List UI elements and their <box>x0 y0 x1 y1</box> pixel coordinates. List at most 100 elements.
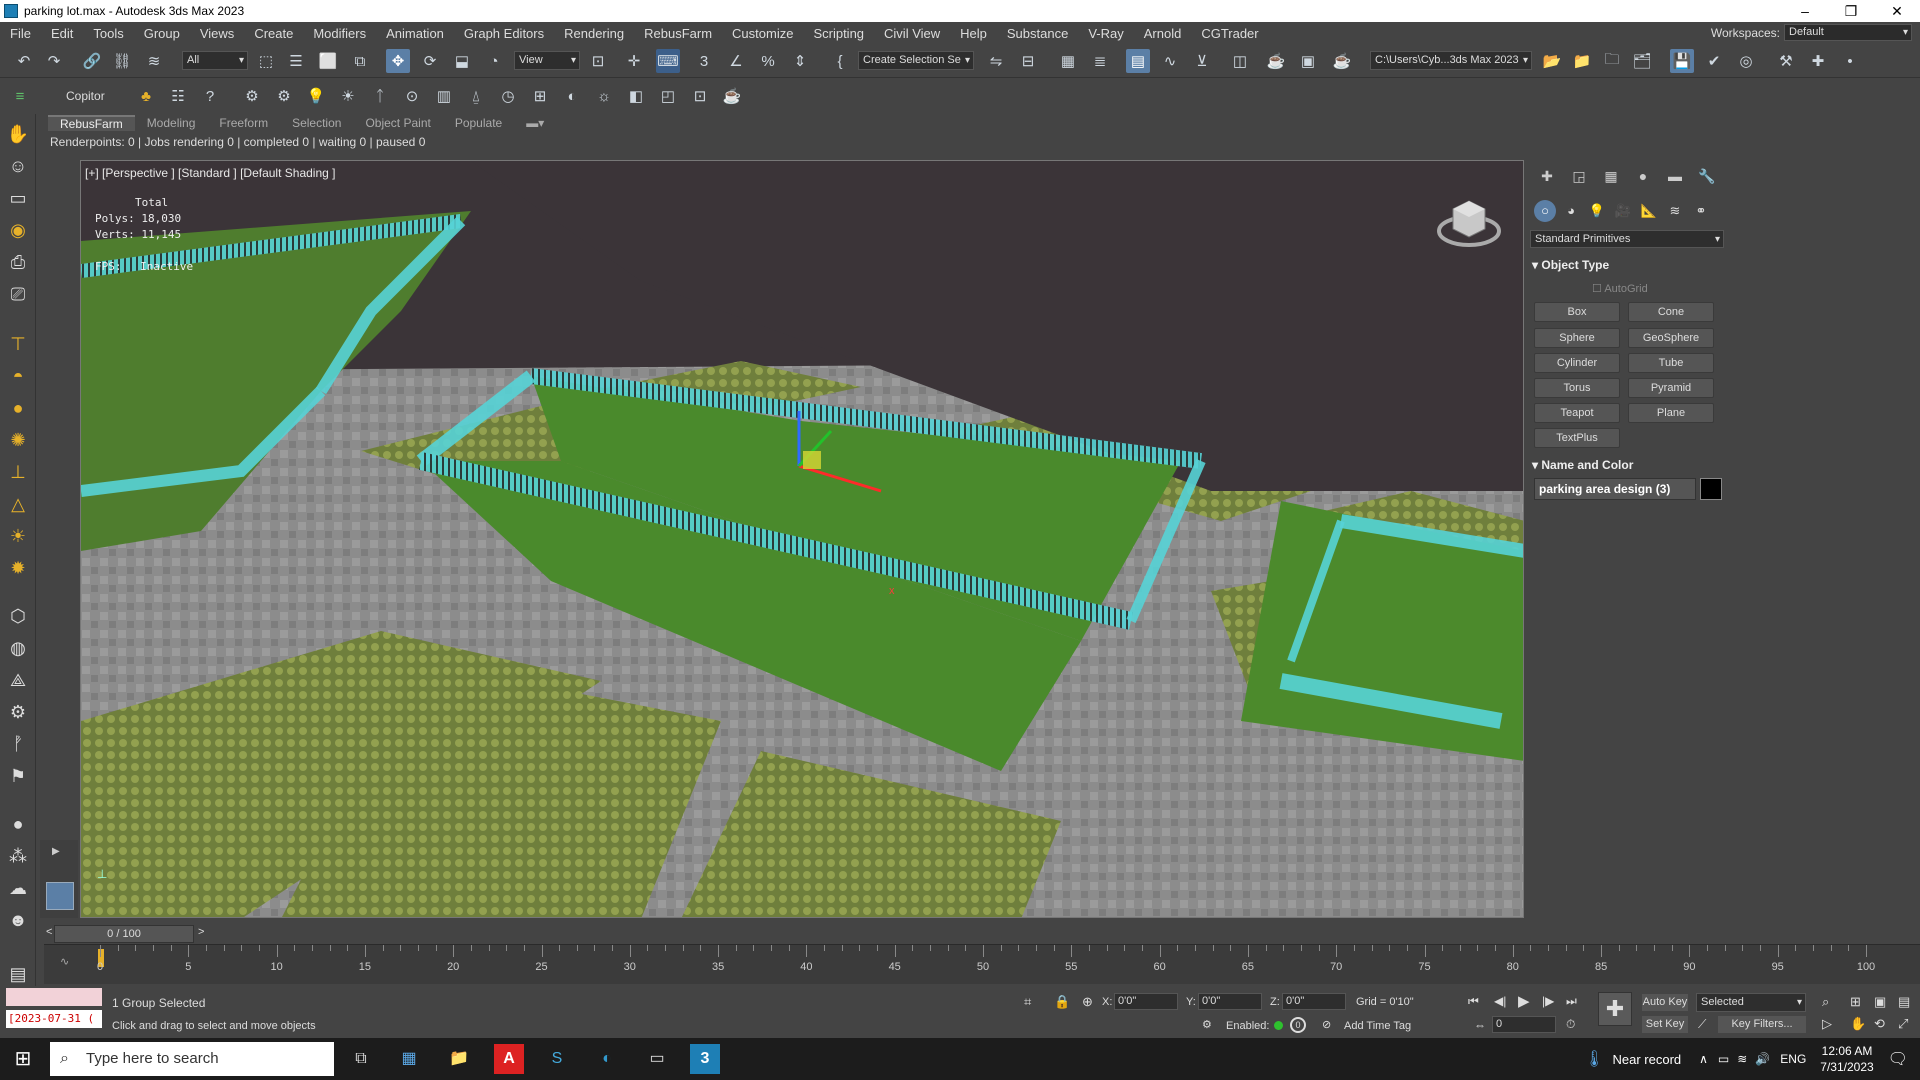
menu-views[interactable]: Views <box>190 26 244 41</box>
object-type-rollout[interactable]: ▾ Object Type <box>1532 256 1722 274</box>
field-of-view-icon[interactable]: ▷ <box>1822 1016 1832 1032</box>
clock[interactable]: 12:06 AM 7/31/2023 <box>1820 1043 1873 1075</box>
manipulate-icon[interactable]: ✛ <box>622 49 646 73</box>
tab-modeling[interactable]: Modeling <box>135 116 208 130</box>
time-config-icon[interactable]: ⏱ <box>1566 1017 1575 1032</box>
hierarchy-tab-icon[interactable]: ▦ <box>1598 168 1624 188</box>
language-indicator[interactable]: ENG <box>1780 1052 1806 1066</box>
select-object-icon[interactable]: ⬚ <box>254 49 278 73</box>
tab-rebusfarm[interactable]: RebusFarm <box>48 115 135 131</box>
particles-icon[interactable]: ⁂ <box>6 844 30 868</box>
edit-named-selection-icon[interactable]: { <box>828 49 852 73</box>
tab-object-paint[interactable]: Object Paint <box>353 116 442 130</box>
teapot-button[interactable]: Teapot <box>1534 403 1620 423</box>
sphere-light-icon[interactable]: ● <box>6 396 30 420</box>
time-tag-icon[interactable]: 0 <box>1290 1017 1306 1033</box>
next-frame-icon[interactable]: > <box>198 926 204 938</box>
auto-key-button[interactable]: Auto Key <box>1642 994 1688 1011</box>
maximize-viewport-icon[interactable]: ⤢ <box>1898 1016 1908 1032</box>
schematic-view-icon[interactable]: ⊻ <box>1190 49 1214 73</box>
shapes-category-icon[interactable]: ◕ <box>1560 200 1582 222</box>
sketchup-icon[interactable]: S <box>542 1044 572 1074</box>
key-mode-dropdown[interactable]: Selected <box>1696 993 1806 1012</box>
vray-grid-icon[interactable]: ⊡ <box>688 84 712 108</box>
menu-rebusfarm[interactable]: RebusFarm <box>634 26 722 41</box>
menu-graph-editors[interactable]: Graph Editors <box>454 26 554 41</box>
fur-icon[interactable]: ᚡ <box>6 732 30 756</box>
open-folder-icon[interactable]: 🗀 <box>1600 49 1624 73</box>
3dsmax-taskbar-icon[interactable]: 3 <box>690 1044 720 1074</box>
plane-button[interactable]: Plane <box>1628 403 1714 423</box>
app-window-icon[interactable]: ▭ <box>642 1044 672 1074</box>
sun-icon[interactable]: ☀ <box>6 524 30 548</box>
pan-icon[interactable]: ✋ <box>1850 1016 1866 1032</box>
isolate-icon[interactable]: ⌗ <box>1024 994 1031 1010</box>
reference-coordinate-dropdown[interactable]: View <box>514 51 580 70</box>
spinner-snap-icon[interactable]: ⇕ <box>788 49 812 73</box>
menu-civil-view[interactable]: Civil View <box>874 26 950 41</box>
modifier-icon[interactable]: ⚙ <box>6 700 30 724</box>
camera-icon[interactable]: ⎙ <box>6 250 30 274</box>
forest-icon[interactable]: ♣ <box>134 84 158 108</box>
create-tab-icon[interactable]: ✚ <box>1534 168 1560 188</box>
set-project-icon[interactable]: 📂 <box>1540 49 1564 73</box>
mirror-icon[interactable]: ⇋ <box>984 49 1008 73</box>
tag-icon[interactable]: ⚑ <box>6 764 30 788</box>
time-slider-thumb[interactable]: 0 / 100 <box>54 925 194 943</box>
object-name-field[interactable]: parking area design (3) <box>1534 478 1696 500</box>
plugin-icon[interactable]: ✚ <box>1806 49 1830 73</box>
go-to-end-icon[interactable]: ⏭ <box>1566 994 1577 1009</box>
prev-key-icon[interactable]: ◀| <box>1494 994 1506 1008</box>
lamp-icon[interactable]: ⊤ <box>6 332 30 356</box>
modify-tab-icon[interactable]: ◲ <box>1566 168 1592 188</box>
list-icon[interactable]: ☷ <box>166 84 190 108</box>
vray-light-lister-icon[interactable]: ☼ <box>592 84 616 108</box>
rendered-frame-window-icon[interactable]: ▣ <box>1296 49 1320 73</box>
vray-camera-icon[interactable]: ⊙ <box>400 84 424 108</box>
undo-icon[interactable]: ↶ <box>12 49 36 73</box>
display-tab-icon[interactable]: ▬ <box>1662 168 1688 188</box>
material-editor-icon[interactable]: ◫ <box>1228 49 1252 73</box>
vray-proxy-icon[interactable]: ⚙ <box>272 84 296 108</box>
vray-lens-icon[interactable]: ◰ <box>656 84 680 108</box>
menu-create[interactable]: Create <box>244 26 303 41</box>
zoom-all-icon[interactable]: ⊞ <box>1850 994 1861 1010</box>
set-key-button[interactable]: Set Key <box>1642 1016 1688 1033</box>
angle-snap-icon[interactable]: ∠ <box>724 49 748 73</box>
current-frame-input[interactable]: 0 <box>1492 1016 1556 1033</box>
ball-icon[interactable]: ◍ <box>6 636 30 660</box>
pin-icon[interactable]: ⚒ <box>1774 49 1798 73</box>
lock-selection-icon[interactable]: 🔒 <box>1054 994 1070 1010</box>
tab-freeform[interactable]: Freeform <box>207 116 280 130</box>
menu-tools[interactable]: Tools <box>83 26 133 41</box>
default-tangent-icon[interactable]: ⟋ <box>1698 1017 1706 1032</box>
keyboard-shortcut-override-icon[interactable]: ⌨ <box>656 49 680 73</box>
sky-icon[interactable]: ✹ <box>6 556 30 580</box>
select-and-place-icon[interactable]: ◔ <box>482 49 506 73</box>
notification-icon[interactable]: 🗨 <box>1888 1049 1908 1069</box>
select-and-scale-icon[interactable]: ⬓ <box>450 49 474 73</box>
utilities-tab-icon[interactable]: 🔧 <box>1694 168 1720 188</box>
select-and-move-icon[interactable]: ✥ <box>386 49 410 73</box>
helpers-category-icon[interactable]: 📐 <box>1638 200 1660 222</box>
pivot-center-icon[interactable]: ⊡ <box>586 49 610 73</box>
curve-editor-icon[interactable]: ∿ <box>1158 49 1182 73</box>
absolute-mode-icon[interactable]: ⊕ <box>1082 994 1093 1010</box>
selection-filter-dropdown[interactable]: All <box>182 51 248 70</box>
person-icon[interactable]: ☺ <box>6 154 30 178</box>
help-icon[interactable]: ? <box>198 84 222 108</box>
expand-arrow-icon[interactable]: ▶ <box>52 846 60 857</box>
torus-button[interactable]: Torus <box>1534 378 1620 398</box>
project-path-dropdown[interactable]: C:\Users\Cyb...3ds Max 2023 <box>1370 51 1532 70</box>
menu-file[interactable]: File <box>0 26 41 41</box>
white-sphere-icon[interactable]: ● <box>6 812 30 836</box>
render-production-icon[interactable]: ☕ <box>1330 49 1354 73</box>
vray-sphere-icon[interactable]: ⍙ <box>464 84 488 108</box>
object-color-swatch[interactable] <box>1700 478 1722 500</box>
menu-arnold[interactable]: Arnold <box>1134 26 1192 41</box>
menu-animation[interactable]: Animation <box>376 26 454 41</box>
tray-chevron-icon[interactable]: ∧ <box>1699 1052 1708 1066</box>
menu-scripting[interactable]: Scripting <box>803 26 874 41</box>
cone-light-icon[interactable]: △ <box>6 492 30 516</box>
taskbar-search[interactable]: ⌕ Type here to search <box>50 1042 334 1076</box>
